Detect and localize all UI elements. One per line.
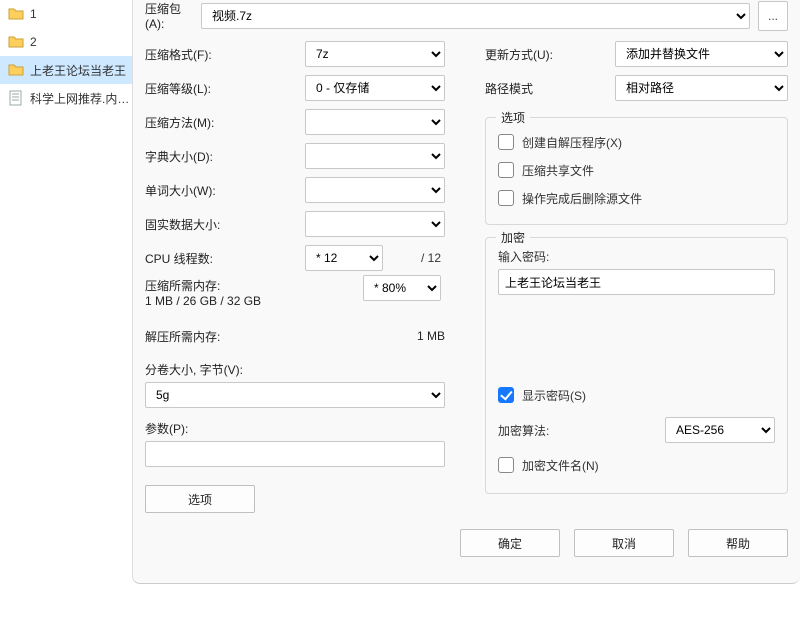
method-select[interactable] — [305, 109, 445, 135]
archive-name-select[interactable]: 视频.7z — [201, 3, 750, 29]
file-icon — [8, 90, 24, 106]
tree-label: 科学上网推荐.内… — [30, 90, 129, 107]
format-select[interactable]: 7z — [305, 41, 445, 67]
tree-item-folder[interactable]: 上老王论坛当老王 — [0, 56, 132, 84]
params-input[interactable] — [145, 441, 445, 467]
show-password-row[interactable]: 显示密码(S) — [498, 381, 775, 409]
show-password-label: 显示密码(S) — [522, 387, 586, 404]
encrypt-group-title: 加密 — [496, 229, 530, 246]
tree-item-file[interactable]: 科学上网推荐.内… — [0, 84, 132, 112]
file-tree: 1 2 上老王论坛当老王 科学上网推荐.内… — [0, 0, 132, 623]
encrypt-names-label: 加密文件名(N) — [522, 457, 599, 474]
path-label: 路径模式 — [485, 80, 605, 97]
sfx-checkbox-row[interactable]: 创建自解压程序(X) — [498, 128, 775, 156]
tree-item-1[interactable]: 1 — [0, 0, 132, 28]
delete-after-label: 操作完成后删除源文件 — [522, 190, 642, 207]
cancel-button[interactable]: 取消 — [574, 529, 674, 557]
compress-dialog: 压缩包(A): 视频.7z ... 压缩格式(F): 7z 压缩等级(L): 0… — [132, 0, 800, 584]
tree-label: 1 — [30, 7, 37, 21]
folder-icon — [8, 62, 24, 78]
method-label: 压缩方法(M): — [145, 114, 295, 131]
algo-select[interactable]: AES-256 — [665, 417, 775, 443]
help-button[interactable]: 帮助 — [688, 529, 788, 557]
dialog-buttons: 确定 取消 帮助 — [145, 529, 788, 557]
format-label: 压缩格式(F): — [145, 46, 295, 63]
update-select[interactable]: 添加并替换文件 — [615, 41, 788, 67]
solid-select[interactable] — [305, 211, 445, 237]
password-label: 输入密码: — [498, 248, 775, 265]
tree-item-2[interactable]: 2 — [0, 28, 132, 56]
volume-select[interactable]: 5g — [145, 382, 445, 408]
dict-label: 字典大小(D): — [145, 148, 295, 165]
checkbox-checked-icon — [498, 387, 514, 403]
checkbox-icon — [498, 190, 514, 206]
tree-label: 2 — [30, 35, 37, 49]
ok-button[interactable]: 确定 — [460, 529, 560, 557]
decompress-mem-value: 1 MB — [305, 329, 445, 343]
left-column: 压缩格式(F): 7z 压缩等级(L): 0 - 仅存储 压缩方法(M): 字典… — [145, 37, 445, 513]
folder-icon — [8, 34, 24, 50]
checkbox-icon — [498, 457, 514, 473]
folder-icon — [8, 6, 24, 22]
browse-label: ... — [768, 9, 778, 23]
shared-label: 压缩共享文件 — [522, 162, 594, 179]
browse-button[interactable]: ... — [758, 1, 788, 31]
update-label: 更新方式(U): — [485, 46, 605, 63]
word-label: 单词大小(W): — [145, 182, 295, 199]
password-input[interactable] — [498, 269, 775, 295]
delete-after-checkbox-row[interactable]: 操作完成后删除源文件 — [498, 184, 775, 212]
level-select[interactable]: 0 - 仅存储 — [305, 75, 445, 101]
encrypt-names-row[interactable]: 加密文件名(N) — [498, 451, 775, 479]
dict-select[interactable] — [305, 143, 445, 169]
threads-total: / 12 — [389, 251, 441, 265]
checkbox-icon — [498, 134, 514, 150]
word-select[interactable] — [305, 177, 445, 203]
encrypt-group: 加密 输入密码: 显示密码(S) 加密算法: AES-256 加密文件名(N) — [485, 237, 788, 494]
sfx-label: 创建自解压程序(X) — [522, 134, 622, 151]
volume-label: 分卷大小, 字节(V): — [145, 361, 445, 378]
percent-select[interactable]: * 80% — [363, 275, 441, 301]
checkbox-icon — [498, 162, 514, 178]
path-select[interactable]: 相对路径 — [615, 75, 788, 101]
threads-label: CPU 线程数: — [145, 250, 295, 267]
solid-label: 固实数据大小: — [145, 216, 295, 233]
level-label: 压缩等级(L): — [145, 80, 295, 97]
algo-label: 加密算法: — [498, 422, 549, 439]
shared-checkbox-row[interactable]: 压缩共享文件 — [498, 156, 775, 184]
compress-mem-value: 1 MB / 26 GB / 32 GB — [145, 294, 295, 308]
threads-select[interactable]: * 12 — [305, 245, 383, 271]
options-button[interactable]: 选项 — [145, 485, 255, 513]
right-column: 更新方式(U): 添加并替换文件 路径模式 相对路径 选项 创建自解压程序(X)… — [485, 37, 788, 513]
tree-label: 上老王论坛当老王 — [30, 62, 126, 79]
compress-mem-label: 压缩所需内存: — [145, 277, 295, 294]
options-group: 选项 创建自解压程序(X) 压缩共享文件 操作完成后删除源文件 — [485, 117, 788, 225]
params-label: 参数(P): — [145, 420, 445, 437]
options-group-title: 选项 — [496, 109, 530, 126]
decompress-mem-label: 解压所需内存: — [145, 328, 295, 345]
archive-label: 压缩包(A): — [145, 0, 193, 31]
